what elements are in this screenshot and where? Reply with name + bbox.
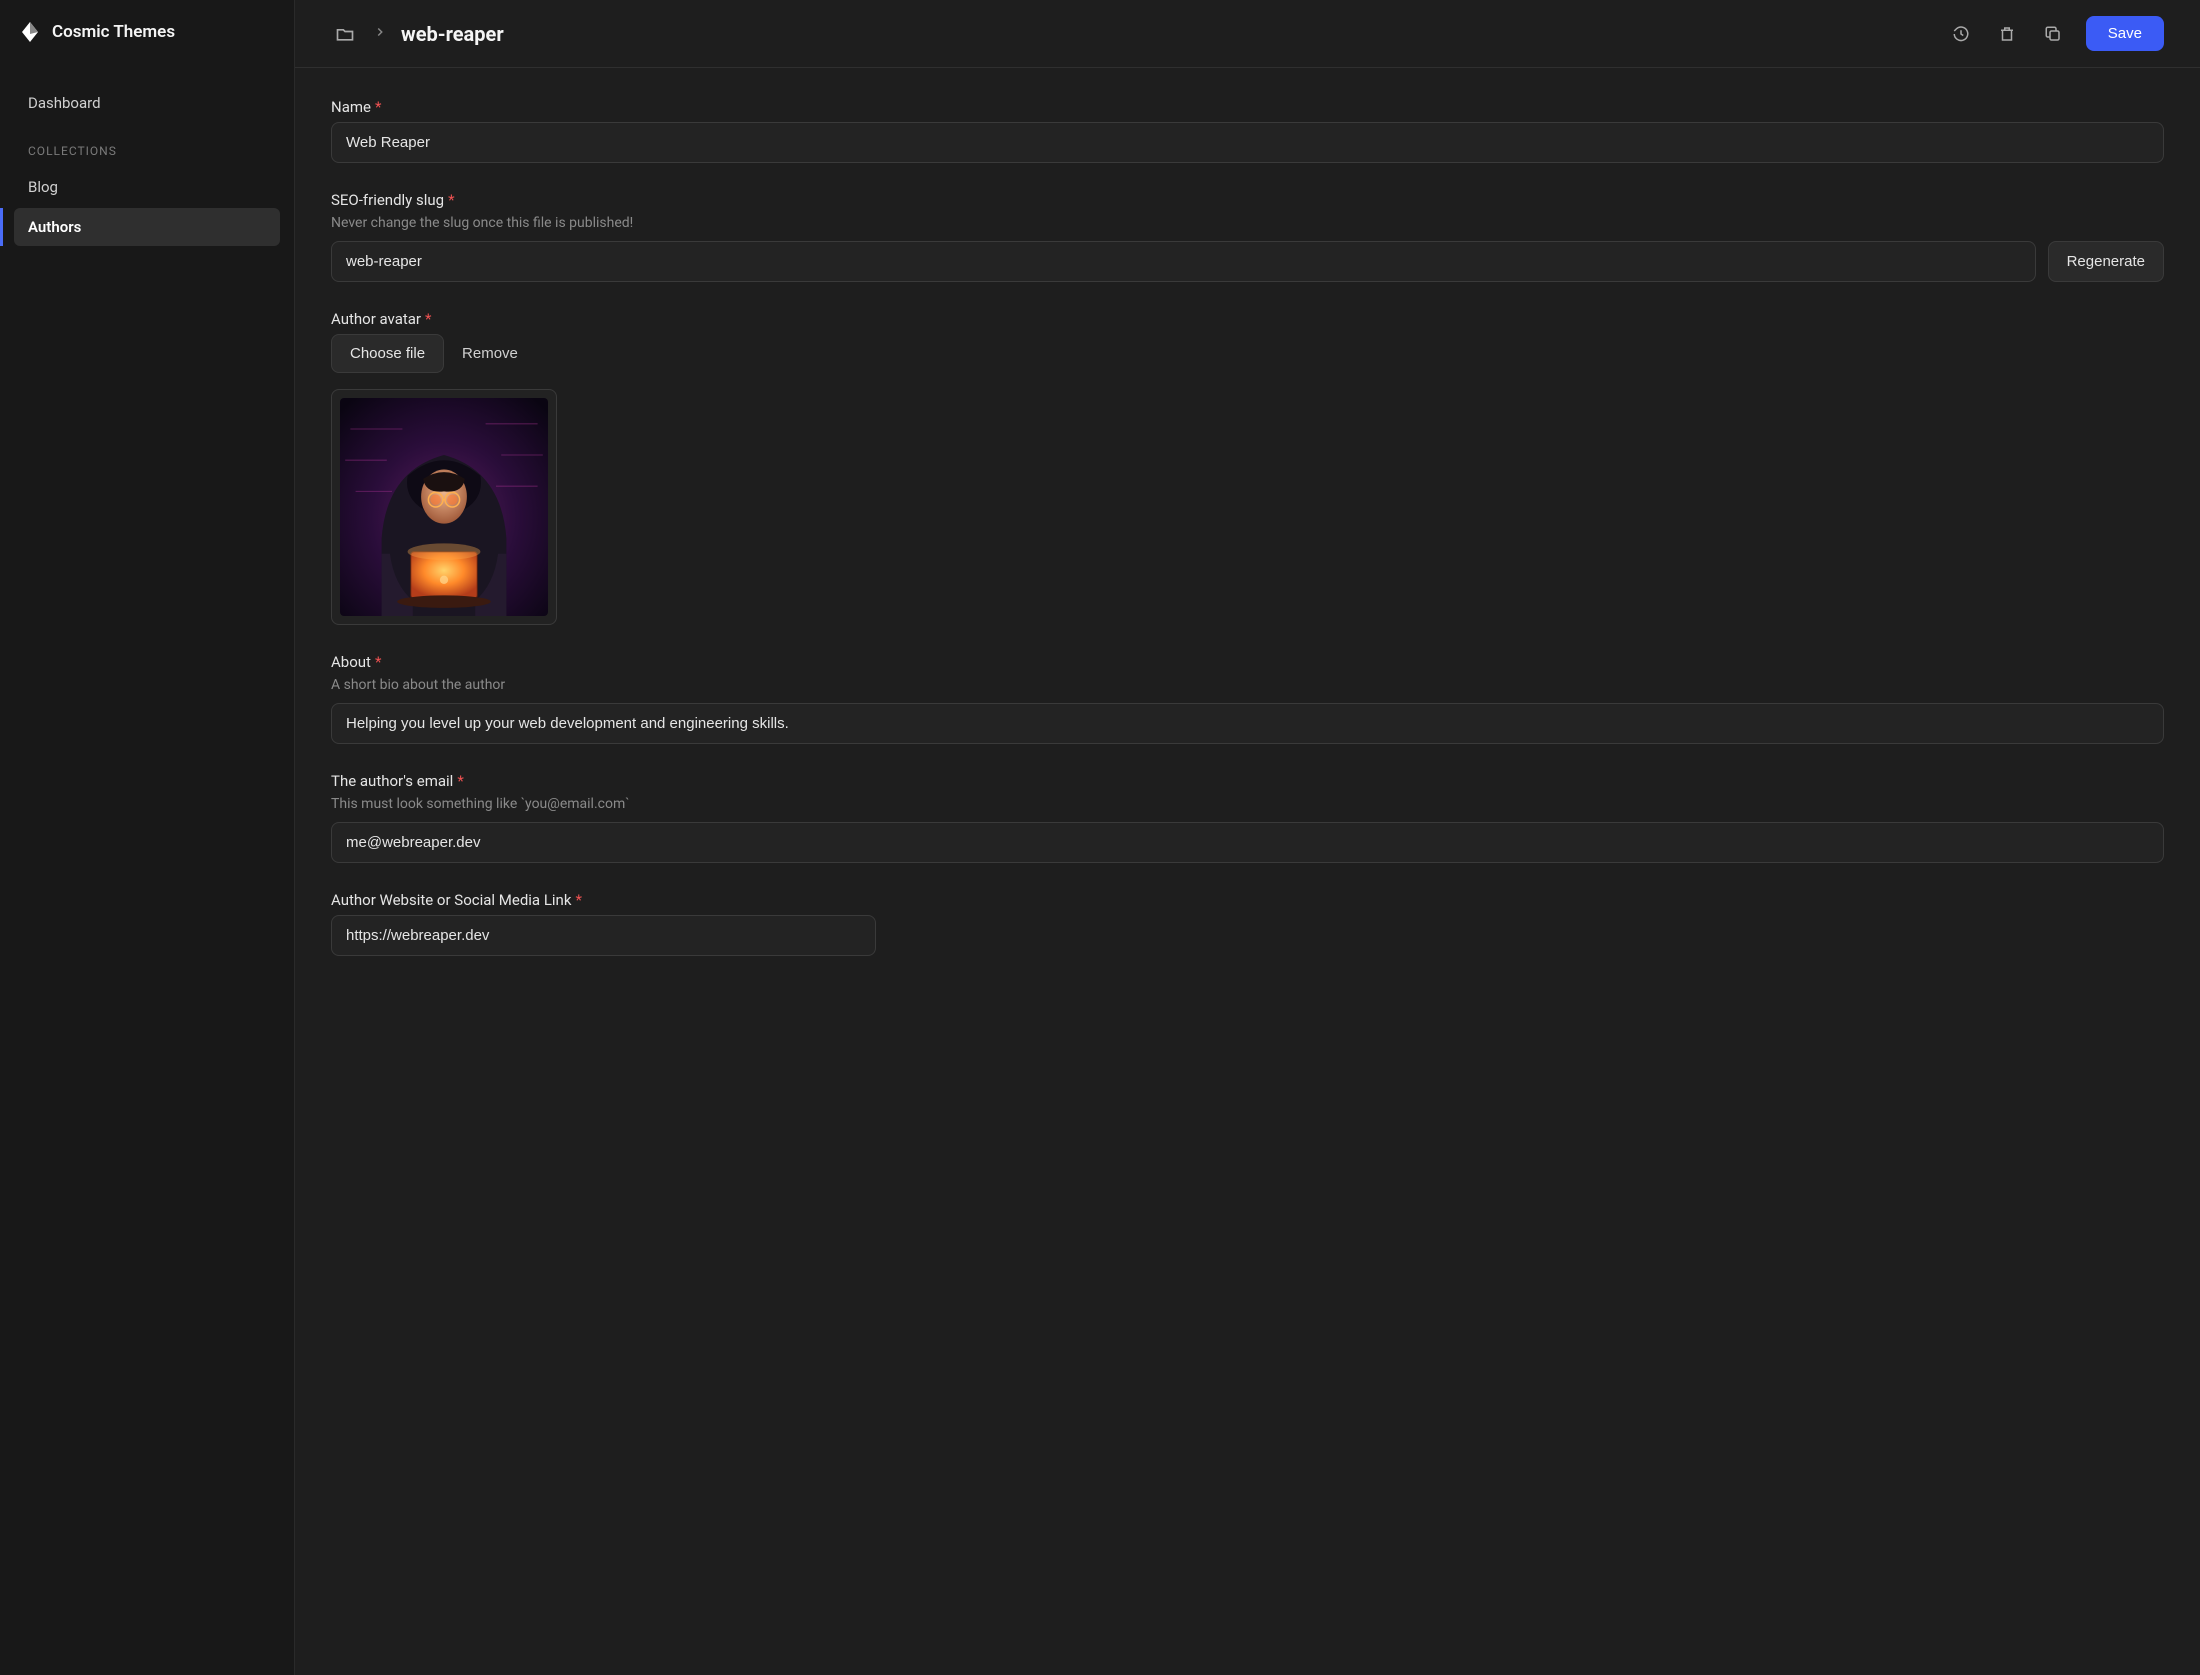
required-marker: *	[575, 891, 581, 909]
main: web-reaper Save	[295, 0, 2200, 1675]
email-label: The author's email*	[331, 772, 2164, 790]
about-label: About*	[331, 653, 2164, 671]
about-hint: A short bio about the author	[331, 677, 2164, 693]
chevron-right-icon	[373, 24, 387, 43]
email-hint: This must look something like `you@email…	[331, 796, 2164, 812]
regenerate-button[interactable]: Regenerate	[2048, 241, 2164, 282]
name-label: Name*	[331, 98, 2164, 116]
nav-section-collections: COLLECTIONS	[14, 124, 280, 168]
copy-icon[interactable]	[2040, 21, 2066, 47]
field-email: The author's email* This must look somet…	[331, 772, 2164, 863]
nav-item-authors[interactable]: Authors	[14, 208, 280, 246]
save-button[interactable]: Save	[2086, 16, 2164, 51]
folder-icon[interactable]	[331, 20, 359, 48]
avatar-label: Author avatar*	[331, 310, 2164, 328]
name-input[interactable]	[331, 122, 2164, 163]
email-input[interactable]	[331, 822, 2164, 863]
field-slug: SEO-friendly slug* Never change the slug…	[331, 191, 2164, 282]
field-name: Name*	[331, 98, 2164, 163]
nav-item-blog[interactable]: Blog	[14, 168, 280, 206]
remove-file-button[interactable]: Remove	[462, 345, 518, 362]
logo-icon	[18, 20, 42, 44]
breadcrumb: web-reaper	[331, 20, 504, 48]
about-input[interactable]	[331, 703, 2164, 744]
avatar-image	[340, 398, 548, 616]
brand: Cosmic Themes	[14, 20, 280, 44]
topbar-actions: Save	[1948, 16, 2164, 51]
required-marker: *	[375, 98, 381, 116]
field-avatar: Author avatar* Choose file Remove	[331, 310, 2164, 625]
file-name: web-reaper	[401, 22, 504, 46]
trash-icon[interactable]	[1994, 21, 2020, 47]
required-marker: *	[375, 653, 381, 671]
required-marker: *	[425, 310, 431, 328]
slug-label: SEO-friendly slug*	[331, 191, 2164, 209]
content: Name* SEO-friendly slug* Never change th…	[295, 68, 2200, 1675]
avatar-preview	[331, 389, 557, 625]
slug-hint: Never change the slug once this file is …	[331, 215, 2164, 231]
slug-input[interactable]	[331, 241, 2036, 282]
link-label: Author Website or Social Media Link*	[331, 891, 2164, 909]
required-marker: *	[457, 772, 463, 790]
nav-dashboard[interactable]: Dashboard	[14, 84, 280, 122]
brand-name: Cosmic Themes	[52, 22, 175, 42]
choose-file-button[interactable]: Choose file	[331, 334, 444, 373]
sidebar: Cosmic Themes Dashboard COLLECTIONS Blog…	[0, 0, 295, 1675]
required-marker: *	[448, 191, 454, 209]
field-link: Author Website or Social Media Link*	[331, 891, 2164, 956]
field-about: About* A short bio about the author	[331, 653, 2164, 744]
link-input[interactable]	[331, 915, 876, 956]
history-icon[interactable]	[1948, 21, 1974, 47]
topbar: web-reaper Save	[295, 0, 2200, 68]
